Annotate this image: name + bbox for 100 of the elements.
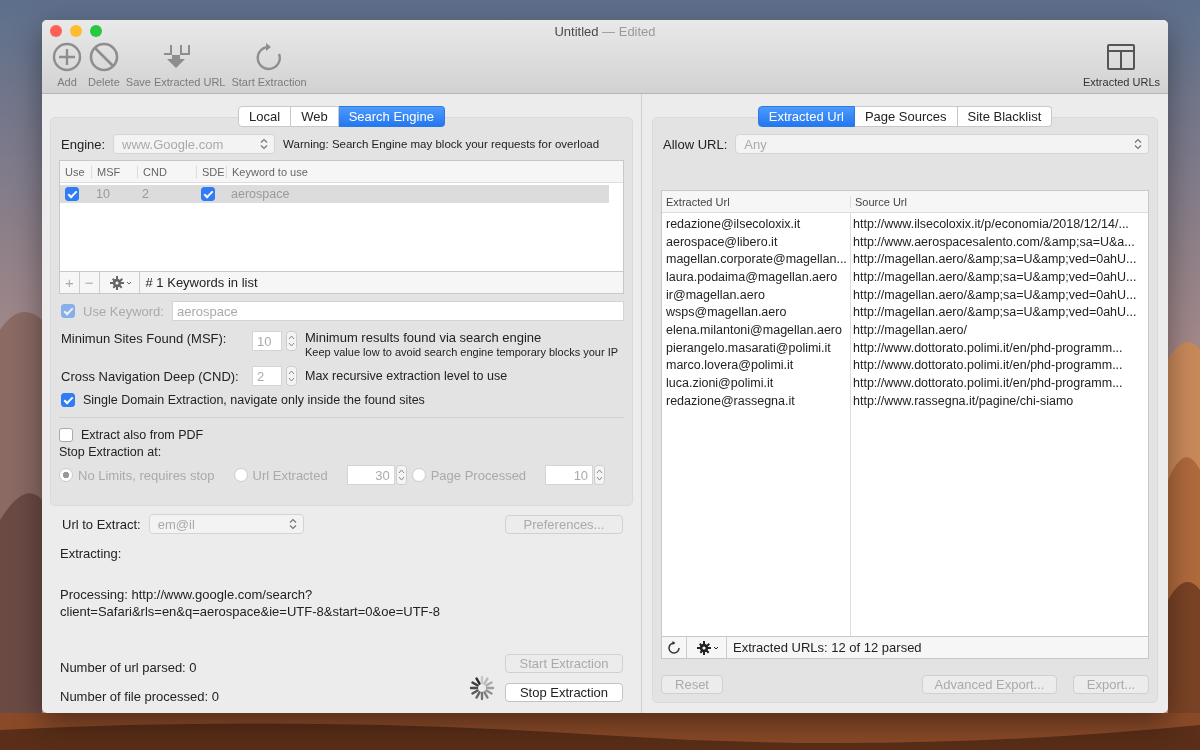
engine-label: Engine:: [61, 136, 106, 152]
table-cell-text: laura.podaima@magellan.aero: [665, 269, 839, 284]
file-processed-count: Number of file processed: 0: [60, 689, 220, 704]
table-cell-text: marco.lovera@polimi.it: [665, 358, 795, 373]
allow-url-label: Allow URL:: [663, 136, 728, 152]
table-cell-text: ir@magellan.aero: [665, 287, 766, 302]
tab[interactable]: Page Sources: [854, 106, 958, 127]
stop-label: Stop Extraction at:: [59, 445, 162, 459]
edited-label: — Edited: [602, 23, 656, 39]
option-label: Url Extracted: [252, 467, 328, 483]
table-cell-text: http://magellan.aero/&amp;sa=U&amp;ved=0ahU...: [852, 305, 1138, 320]
table-cell-text: http://magellan.aero/&amp;sa=U&amp;ved=0ahU...: [852, 269, 1138, 284]
msf-field[interactable]: 10: [252, 331, 282, 351]
table-cell-text: http://www.dottorato.polimi.it/en/phd-programm...: [852, 376, 1124, 391]
delete-icon: [88, 42, 119, 72]
toolbar-button[interactable]: Delete: [86, 42, 122, 88]
column-header[interactable]: MSF: [91, 165, 137, 178]
minimize-button[interactable]: [70, 25, 82, 37]
checkbox[interactable]: [61, 393, 75, 407]
add-button[interactable]: +: [60, 272, 80, 293]
add-icon: [52, 42, 82, 72]
spinner-icon: [467, 673, 497, 703]
table-cell-text: aerospace@libero.it: [665, 234, 779, 249]
remove-button[interactable]: −: [79, 272, 100, 293]
refresh-icon: [667, 640, 681, 655]
zoom-button[interactable]: [90, 25, 102, 37]
checkbox[interactable]: [61, 304, 75, 318]
stepper[interactable]: [395, 465, 407, 485]
gear-icon: [697, 640, 719, 655]
radio-button[interactable]: [59, 468, 73, 482]
limit-field[interactable]: 30: [346, 465, 395, 485]
checkbox[interactable]: [59, 428, 73, 442]
cnd-field[interactable]: 2: [252, 366, 282, 386]
use-keyword-label: Use Keyword:: [83, 303, 164, 319]
columns-icon: [1106, 42, 1137, 72]
table-cell-text: http://www.dottorato.polimi.it/en/phd-programm...: [852, 340, 1124, 355]
tab[interactable]: Extracted Url: [757, 106, 855, 127]
stepper[interactable]: [286, 331, 297, 351]
column-header[interactable]: Extracted Url: [662, 195, 850, 208]
option-label: No Limits, requires stop: [78, 467, 215, 483]
pdf-label: Extract also from PDF: [81, 428, 204, 442]
radio-button[interactable]: [411, 468, 426, 482]
chevrons-icon: [288, 518, 297, 530]
radio-button[interactable]: [233, 468, 248, 482]
column-header[interactable]: CND: [137, 165, 196, 178]
toolbar-button[interactable]: Save Extracted URL: [123, 42, 228, 88]
url-to-extract-label: Url to Extract:: [62, 516, 141, 532]
close-button[interactable]: [50, 25, 62, 37]
table-cell-text: elena.milantoni@magellan.aero: [665, 322, 843, 337]
msf-hint: Minimum results found via search engine: [305, 331, 543, 345]
checkbox[interactable]: [201, 187, 215, 201]
processing-text: Processing: http://www.google.com/search?client=Safari&rls=en&q=aerospace&ie=UTF-8&start=0&oe=UTF-8: [60, 586, 442, 620]
stop-extraction-button[interactable]: Stop Extraction: [505, 683, 623, 702]
table-cell-text: http://www.ilsecoloxix.it/p/economia/2018/12/14/...: [852, 216, 1130, 231]
table-cell-text: 10: [95, 187, 111, 201]
table-cell-text: http://magellan.aero/: [852, 322, 968, 337]
table-cell-text: magellan.corporate@magellan...: [665, 252, 848, 267]
column-header[interactable]: Keyword to use: [226, 165, 623, 178]
toolbar-button[interactable]: Extracted URLs: [1080, 42, 1162, 88]
keyword-count: # 1 Keywords in list: [144, 275, 258, 290]
engine-dropdown[interactable]: www.Google.com: [113, 134, 276, 154]
msf-label: Minimun Sites Found (MSF):: [61, 331, 228, 346]
tab[interactable]: Search Engine: [338, 106, 445, 127]
option-label: Page Processed: [430, 467, 527, 483]
allow-url-dropdown[interactable]: Any: [735, 134, 1149, 154]
limit-field[interactable]: 10: [545, 465, 594, 485]
toolbar-button[interactable]: Add: [50, 42, 84, 88]
chevrons-icon: [260, 138, 269, 150]
tab[interactable]: Site Blacklist: [957, 106, 1053, 127]
single-domain-label: Single Domain Extraction, navigate only inside the found sites: [83, 393, 425, 407]
cnd-label: Cross Navigation Deep (CND):: [61, 368, 240, 384]
warning-text: Warning: Search Engine may block your requests for overload: [283, 138, 600, 150]
chevrons-icon: [1134, 138, 1142, 150]
gear-icon: [109, 275, 132, 290]
table-cell-text: http://www.rassegna.it/pagine/chi-siamo: [852, 393, 1075, 408]
column-header[interactable]: SDE: [196, 165, 226, 178]
tab[interactable]: Web: [291, 106, 339, 127]
stepper[interactable]: [594, 465, 606, 485]
url-parsed-count: Number of url parsed: 0: [60, 660, 198, 675]
cnd-hint: Max recursive extraction level to use: [305, 369, 508, 383]
table-cell-text: aerospace: [230, 187, 291, 201]
table-cell-text: 2: [141, 187, 150, 201]
keyword-row[interactable]: 10 2 aerospace: [60, 185, 609, 203]
table-cell-text: wsps@magellan.aero: [665, 305, 788, 320]
column-header[interactable]: Use: [60, 165, 91, 178]
url-type-dropdown[interactable]: em@il: [148, 514, 304, 534]
table-cell-text: http://www.aerospacesalento.com/&amp;sa=U&a...: [852, 234, 1136, 249]
msf-subhint: Keep value low to avoid search engine temporary blocks your IP: [305, 345, 619, 359]
table-cell-text: luca.zioni@polimi.it: [665, 376, 775, 391]
toolbar-button[interactable]: Start Extraction: [229, 42, 309, 88]
extracted-count: Extracted URLs: 12 of 12 parsed: [732, 640, 922, 655]
table-cell-text: http://www.dottorato.polimi.it/en/phd-programm...: [852, 358, 1124, 373]
checkbox[interactable]: [65, 187, 79, 201]
keyword-field[interactable]: aerospace: [171, 301, 624, 321]
window-title: Untitled: [554, 23, 599, 39]
table-cell-text: pierangelo.masarati@polimi.it: [665, 340, 832, 355]
tab[interactable]: Local: [238, 106, 292, 127]
table-cell-text: http://magellan.aero/&amp;sa=U&amp;ved=0ahU...: [852, 252, 1138, 267]
column-header[interactable]: Source Url: [850, 195, 1148, 208]
stepper[interactable]: [286, 366, 297, 386]
